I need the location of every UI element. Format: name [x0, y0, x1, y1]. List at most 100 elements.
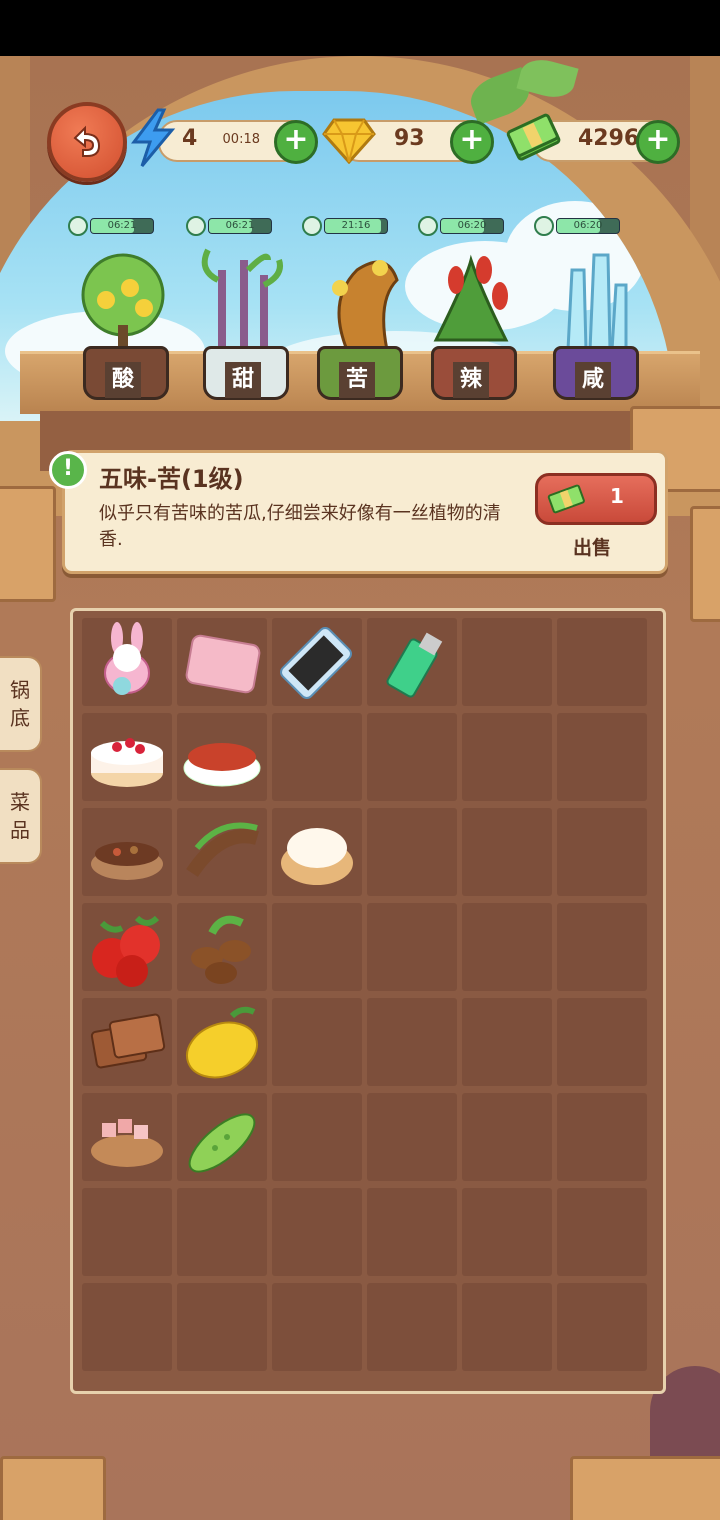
inventory-item-hawthorn-berries[interactable] — [82, 903, 172, 991]
inventory-slot[interactable] — [367, 903, 457, 991]
plant-timer-text: 06:20 — [573, 220, 603, 231]
clock-icon — [418, 216, 438, 236]
chili-plant-icon — [433, 254, 509, 342]
item-info-panel: ! 五味-苦(1级) 似乎只有苦味的苦瓜,仔细尝来好像有一丝植物的清香. 1 出… — [49, 450, 668, 574]
clock-icon — [186, 216, 206, 236]
inventory-slot[interactable] — [462, 1283, 552, 1371]
inventory-slot[interactable] — [462, 903, 552, 991]
inventory-item-coffee-beans[interactable] — [177, 903, 267, 991]
plant-salt-crystal[interactable]: 咸 — [538, 240, 648, 400]
energy-counter: 4 00:18 + — [158, 120, 318, 164]
inventory-slot[interactable] — [177, 1283, 267, 1371]
sell-button[interactable]: 1 — [535, 473, 657, 525]
sell-label: 出售 — [573, 537, 612, 559]
inventory-slot[interactable] — [462, 618, 552, 706]
brown-sugar-blocks-icon — [90, 1013, 166, 1069]
inventory-item-brown-sugar-blocks[interactable] — [82, 998, 172, 1086]
inventory-slot[interactable] — [272, 903, 362, 991]
inventory-slot[interactable] — [82, 1188, 172, 1276]
add-gems-button[interactable]: + — [450, 120, 494, 164]
inventory-slot[interactable] — [557, 808, 647, 896]
inventory-item-bunny-plush[interactable] — [82, 618, 172, 706]
add-energy-button[interactable]: + — [274, 120, 318, 164]
clock-icon — [302, 216, 322, 236]
flavor-label: 苦 — [339, 362, 375, 398]
inventory-slot[interactable] — [367, 1188, 457, 1276]
bitter-plant-icon — [332, 260, 399, 352]
inventory-slot[interactable] — [272, 1188, 362, 1276]
inventory-slot[interactable] — [367, 1093, 457, 1181]
inventory-item-green-lighter[interactable] — [367, 618, 457, 706]
inventory-slot[interactable] — [557, 1188, 647, 1276]
inventory-slot[interactable] — [557, 903, 647, 991]
inventory-item-bitter-melon[interactable] — [177, 1093, 267, 1181]
plant-timer: 21:16 — [302, 216, 388, 236]
plant-lemon-tree[interactable]: 酸 — [68, 240, 178, 400]
inventory-slot[interactable] — [272, 1093, 362, 1181]
inventory-item-cream-puff[interactable] — [272, 808, 362, 896]
cash-icon — [506, 113, 561, 161]
flavor-label: 酸 — [105, 362, 141, 398]
inventory-slot[interactable] — [557, 1093, 647, 1181]
tab-soup-base[interactable]: 锅底 — [0, 656, 42, 752]
inventory-item-smartphone[interactable] — [272, 618, 362, 706]
inventory-slot[interactable] — [557, 1283, 647, 1371]
plant-timer-text: 06:21 — [225, 220, 255, 231]
energy-timer: 00:18 — [222, 132, 260, 147]
inventory-slot[interactable] — [367, 713, 457, 801]
plant-timer-text: 06:20 — [457, 220, 487, 231]
inventory-slot[interactable] — [367, 808, 457, 896]
inventory-item-pink-wallet[interactable] — [177, 618, 267, 706]
sugarcane-icon — [201, 248, 283, 350]
pink-wallet-icon — [185, 634, 261, 694]
inventory-slot[interactable] — [272, 1283, 362, 1371]
inventory-slot[interactable] — [557, 618, 647, 706]
plant-timer-text: 06:21 — [107, 220, 137, 231]
inventory-slot[interactable] — [177, 1188, 267, 1276]
inventory-slot[interactable] — [462, 808, 552, 896]
add-cash-button[interactable]: + — [636, 120, 680, 164]
flavor-label: 甜 — [225, 362, 261, 398]
tamarind-icon — [186, 822, 259, 877]
hawthorn-berries-icon — [92, 915, 160, 987]
item-description: 似乎只有苦味的苦瓜,仔细尝来好像有一丝植物的清香. — [99, 503, 501, 550]
cash-value: 4296 — [578, 126, 640, 151]
inventory-item-strawberry-cake[interactable] — [82, 713, 172, 801]
inventory-slot[interactable] — [462, 713, 552, 801]
inventory-item-chili-powder-bowl[interactable] — [177, 713, 267, 801]
inventory-slot[interactable] — [557, 998, 647, 1086]
plant-chili-plant[interactable]: 辣 — [416, 240, 526, 400]
smartphone-icon — [280, 627, 352, 699]
plant-bitter-plant[interactable]: 苦 — [302, 240, 412, 400]
inventory-slot[interactable] — [557, 713, 647, 801]
inventory-item-rock-salt-bowl[interactable] — [82, 1093, 172, 1181]
plant-timer: 06:21 — [68, 216, 154, 236]
gem-value: 93 — [394, 126, 425, 151]
inventory-slot[interactable] — [272, 998, 362, 1086]
inventory-slot[interactable] — [367, 998, 457, 1086]
inventory-slot[interactable] — [462, 1093, 552, 1181]
crate — [690, 506, 720, 622]
inventory-slot[interactable] — [462, 1188, 552, 1276]
back-button[interactable] — [47, 102, 127, 182]
inventory-slot[interactable] — [462, 998, 552, 1086]
inventory-slot[interactable] — [82, 1283, 172, 1371]
inventory-slot[interactable] — [272, 713, 362, 801]
inventory-item-lemon[interactable] — [177, 998, 267, 1086]
rock-salt-bowl-icon — [91, 1119, 163, 1167]
gem-icon — [322, 118, 376, 164]
inventory-slot[interactable] — [367, 1283, 457, 1371]
crate — [570, 1456, 720, 1520]
energy-value: 4 — [182, 126, 198, 151]
flavor-label: 辣 — [453, 362, 489, 398]
tab-dishes[interactable]: 菜品 — [0, 768, 42, 864]
coffee-beans-icon — [191, 915, 251, 984]
back-arrow-icon — [73, 125, 101, 157]
inventory-item-spice-mix-bowl[interactable] — [82, 808, 172, 896]
flavor-label: 咸 — [575, 362, 611, 398]
plant-sugarcane[interactable]: 甜 — [188, 240, 298, 400]
plant-timer-text: 21:16 — [341, 220, 371, 231]
inventory-item-tamarind[interactable] — [177, 808, 267, 896]
item-title: 五味-苦(1级) — [99, 465, 244, 493]
info-icon: ! — [49, 451, 87, 489]
